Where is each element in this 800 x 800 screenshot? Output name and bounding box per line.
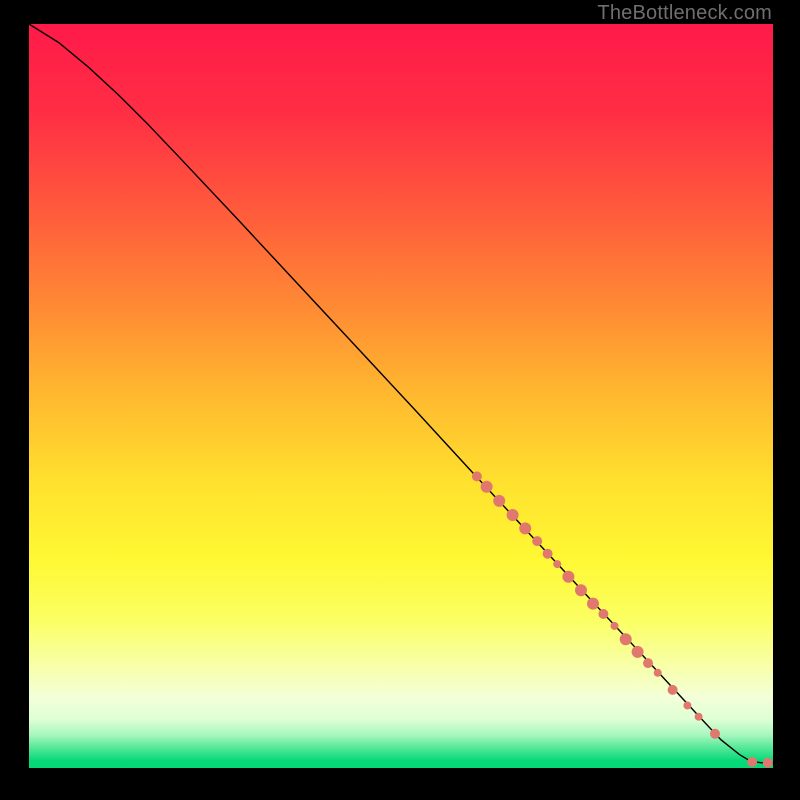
- chart-svg: [29, 24, 773, 768]
- data-marker: [493, 495, 505, 507]
- data-marker: [543, 549, 553, 559]
- data-marker: [507, 509, 519, 521]
- data-marker: [532, 536, 542, 546]
- data-marker: [611, 622, 619, 630]
- data-marker: [575, 584, 587, 596]
- data-marker: [668, 685, 678, 695]
- chart-frame: [29, 24, 773, 768]
- data-marker: [587, 598, 599, 610]
- data-marker: [683, 702, 691, 710]
- data-marker: [598, 609, 608, 619]
- gradient-rect: [29, 24, 773, 768]
- data-marker: [562, 571, 574, 583]
- data-marker: [553, 560, 561, 568]
- data-marker: [747, 757, 757, 767]
- data-marker: [763, 758, 773, 768]
- data-marker: [695, 713, 703, 721]
- data-marker: [710, 729, 720, 739]
- data-marker: [472, 471, 482, 481]
- data-marker: [481, 481, 493, 493]
- data-marker: [632, 646, 644, 658]
- data-marker: [643, 658, 653, 668]
- data-marker: [654, 669, 662, 677]
- data-marker: [620, 633, 632, 645]
- watermark-text: TheBottleneck.com: [597, 2, 772, 25]
- data-marker: [519, 522, 531, 534]
